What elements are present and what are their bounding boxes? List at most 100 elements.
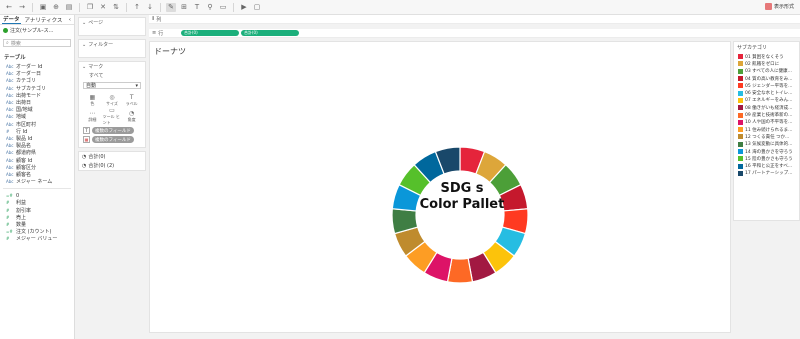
toolbar-separator bbox=[160, 2, 161, 12]
datasource-item[interactable]: 注文(サンプル-ス... bbox=[0, 25, 74, 35]
legend-item[interactable]: 01 貧困をなくそう bbox=[734, 53, 799, 60]
search-input[interactable]: ⌕ 検索 bbox=[3, 39, 71, 47]
mark-button-icon: ◎ bbox=[109, 94, 115, 101]
field-item[interactable]: Abc 都道府県 bbox=[0, 149, 74, 156]
save-icon[interactable]: ▣ bbox=[38, 3, 48, 12]
tab-data[interactable]: データ bbox=[2, 15, 21, 24]
present-icon[interactable]: ▶ bbox=[239, 3, 249, 12]
fit-icon[interactable]: ▭ bbox=[218, 3, 228, 12]
legend-item[interactable]: 04 質の高い教育をみ... bbox=[734, 75, 799, 82]
collapse-icon[interactable]: ‹ bbox=[69, 17, 71, 23]
rows-shelf[interactable]: ≡ 行 合計(0) 合計(0) bbox=[149, 29, 800, 38]
new-sheet-icon[interactable]: ▤ bbox=[64, 3, 74, 12]
field-item[interactable]: # 割引率 bbox=[0, 207, 74, 214]
data-pane-tabs: データ アナリティクス ‹ bbox=[0, 15, 74, 25]
highlight-icon[interactable]: ✎ bbox=[166, 2, 176, 12]
legend-label: 12 つくる責任 つか... bbox=[745, 134, 790, 140]
marks-pill[interactable]: 複数のフィールド bbox=[92, 127, 134, 134]
mark-type-value: 自動 bbox=[86, 83, 97, 89]
pages-title[interactable]: ⌄ ページ bbox=[79, 18, 145, 27]
legend-item[interactable]: 03 すべての人に健康... bbox=[734, 68, 799, 75]
mark-button[interactable]: ◎ サイズ bbox=[103, 93, 122, 108]
legend-item[interactable]: 15 陸の豊かさも守ろう bbox=[734, 155, 799, 162]
field-label: 出荷モード bbox=[16, 92, 42, 99]
legend-item[interactable]: 08 働きがいも経済成... bbox=[734, 104, 799, 111]
legend-item[interactable]: 07 エネルギーをみん... bbox=[734, 97, 799, 104]
field-item[interactable]: Abc 顧客名 bbox=[0, 171, 74, 178]
sort-asc-icon[interactable]: ↑ bbox=[132, 3, 142, 12]
field-item[interactable]: # 行 Id bbox=[0, 128, 74, 135]
field-item[interactable]: Abc 地域 bbox=[0, 113, 74, 120]
sort-desc-icon[interactable]: ↓ bbox=[145, 3, 155, 12]
group-icon[interactable]: ⊞ bbox=[179, 3, 189, 12]
legend-item[interactable]: 16 平和と公正をすべ... bbox=[734, 162, 799, 169]
legend-item[interactable]: 12 つくる責任 つか... bbox=[734, 133, 799, 140]
sum-row[interactable]: ◔ 合計(0) bbox=[79, 152, 145, 161]
legend-item[interactable]: 02 飢餓をゼロに bbox=[734, 60, 799, 67]
field-item[interactable]: # 数量 bbox=[0, 221, 74, 228]
mark-button[interactable]: ⋯ 詳細 bbox=[83, 109, 102, 124]
tooltip-icon[interactable]: ▢ bbox=[252, 3, 262, 12]
field-item[interactable]: Abc メジャー ネーム bbox=[0, 178, 74, 185]
legend-swatch bbox=[738, 61, 743, 67]
field-item[interactable]: Abc 製品 Id bbox=[0, 135, 74, 142]
field-item[interactable]: Abc オーダー Id bbox=[0, 63, 74, 70]
legend-swatch bbox=[738, 83, 743, 89]
rows-text: 行 bbox=[158, 30, 164, 37]
legend-item[interactable]: 11 住み続けられるま... bbox=[734, 126, 799, 133]
swap-icon[interactable]: ⇅ bbox=[111, 3, 121, 12]
add-datasource-icon[interactable]: ⊕ bbox=[51, 3, 61, 12]
duplicate-icon[interactable]: ❐ bbox=[85, 3, 95, 12]
data-pane: データ アナリティクス ‹ 注文(サンプル-ス... ⌕ 検索 テーブル Abc… bbox=[0, 15, 75, 339]
filters-title[interactable]: ⌄ フィルター bbox=[79, 40, 145, 49]
field-item[interactable]: Abc 国/地域 bbox=[0, 106, 74, 113]
back-icon[interactable]: ← bbox=[4, 3, 14, 12]
field-item[interactable]: Abc 出荷モード bbox=[0, 92, 74, 99]
field-type-icon: Abc bbox=[6, 71, 14, 77]
tab-analytics[interactable]: アナリティクス bbox=[24, 16, 64, 24]
legend-item[interactable]: 13 気候変動に具体的... bbox=[734, 141, 799, 148]
field-item[interactable]: Abc オーダー日 bbox=[0, 70, 74, 77]
columns-shelf[interactable]: ⦀ 列 bbox=[149, 15, 800, 24]
mark-button[interactable]: T ラベル bbox=[122, 93, 141, 108]
field-item[interactable]: # メジャー バリュー bbox=[0, 235, 74, 242]
mark-button[interactable]: ▦ 色 bbox=[83, 93, 102, 108]
mark-button[interactable]: ◔ 角度 bbox=[122, 109, 141, 124]
field-item[interactable]: # 売上 bbox=[0, 214, 74, 221]
legend-item[interactable]: 09 産業と技術革新の... bbox=[734, 111, 799, 118]
field-item[interactable]: Abc 顧客 Id bbox=[0, 156, 74, 164]
field-item[interactable]: Abc 市区町村 bbox=[0, 121, 74, 128]
mark-button[interactable]: ▭ ツール ヒント bbox=[103, 107, 122, 125]
legend-item[interactable]: 14 海の豊かさを守ろう bbox=[734, 148, 799, 155]
field-item[interactable]: Abc サブカテゴリ bbox=[0, 85, 74, 92]
field-item[interactable]: Abc 顧客区分 bbox=[0, 164, 74, 171]
field-item[interactable]: # 利益 bbox=[0, 199, 74, 206]
label-icon[interactable]: T bbox=[192, 3, 202, 12]
legend-label: 16 平和と公正をすべ... bbox=[745, 164, 793, 170]
field-item[interactable]: Abc 製品名 bbox=[0, 142, 74, 149]
fix-axes-icon[interactable]: ⚲ bbox=[205, 3, 215, 12]
field-label: 割引率 bbox=[16, 207, 32, 214]
field-item[interactable]: =# 0 bbox=[0, 192, 74, 199]
show-me-button[interactable]: 表示形式 bbox=[764, 3, 794, 10]
legend-item[interactable]: 17 パートナーシップ... bbox=[734, 170, 799, 177]
field-label: 顧客 Id bbox=[16, 157, 33, 164]
clear-icon[interactable]: ✕ bbox=[98, 3, 108, 12]
field-label: 製品 Id bbox=[16, 135, 33, 142]
legend-swatch bbox=[738, 68, 743, 74]
marks-pill[interactable]: 複数のフィールド bbox=[92, 136, 134, 143]
rows-pill[interactable]: 合計(0) bbox=[241, 30, 299, 36]
marks-all-tab[interactable]: すべて bbox=[79, 71, 145, 80]
field-item[interactable]: =# 注文 (カウント) bbox=[0, 228, 74, 235]
legend-item[interactable]: 05 ジェンダー平等を... bbox=[734, 82, 799, 89]
sum-row[interactable]: ◔ 合計(0) (2) bbox=[79, 161, 145, 170]
legend-item[interactable]: 10 人や国の不平等を... bbox=[734, 119, 799, 126]
field-item[interactable]: Abc 出荷日 bbox=[0, 99, 74, 106]
rows-pill[interactable]: 合計(0) bbox=[181, 30, 239, 36]
field-type-icon: Abc bbox=[6, 107, 14, 113]
mark-type-select[interactable]: 自動 ▾ bbox=[83, 82, 141, 89]
field-item[interactable]: Abc カテゴリ bbox=[0, 77, 74, 84]
forward-icon[interactable]: → bbox=[17, 3, 27, 12]
legend-item[interactable]: 06 安全な水とトイレ... bbox=[734, 89, 799, 96]
marks-title[interactable]: ⌄ マーク bbox=[79, 62, 145, 71]
